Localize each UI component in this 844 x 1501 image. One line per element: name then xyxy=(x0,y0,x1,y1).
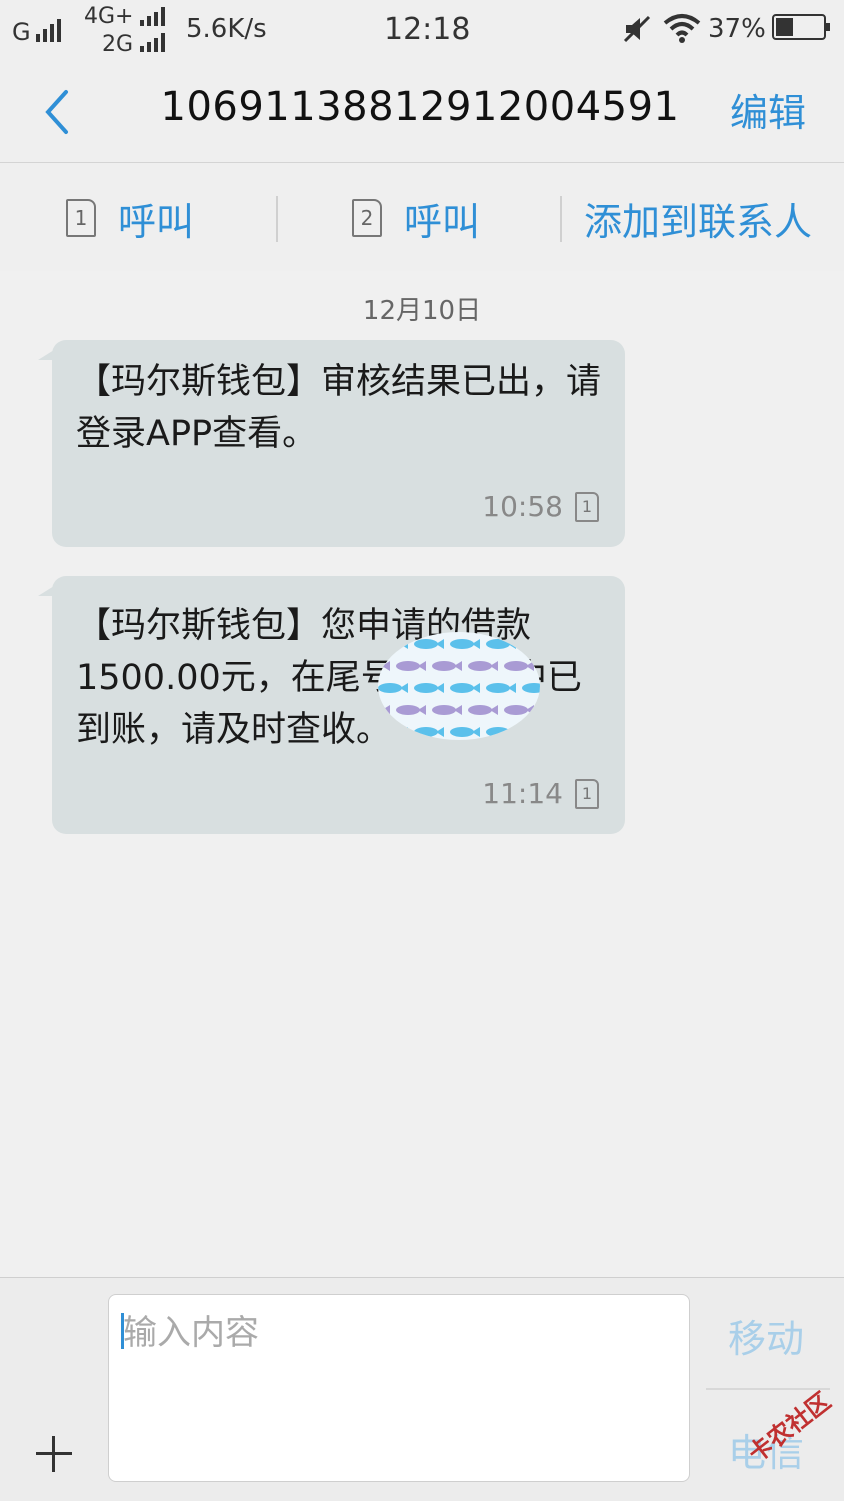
message-bubble[interactable]: 【玛尔斯钱包】审核结果已出，请登录APP查看。 10:58 1 xyxy=(38,340,625,547)
action-bar: 1 呼叫 2 呼叫 添加到联系人 xyxy=(0,163,844,271)
message-time: 10:58 xyxy=(482,490,563,523)
signal-icon-3 xyxy=(140,32,165,52)
network-type-1: G xyxy=(12,18,31,46)
mute-icon xyxy=(622,14,652,48)
battery-icon xyxy=(772,14,830,40)
message-input[interactable]: 输入内容 xyxy=(108,1294,690,1482)
message-text: 【玛尔斯钱包】审核结果已出，请登录APP查看。 xyxy=(76,362,602,454)
add-contact-button[interactable]: 添加到联系人 xyxy=(584,193,812,244)
back-button[interactable] xyxy=(30,84,86,140)
message-bubble[interactable]: 【玛尔斯钱包】您申请的借款1500.00元，在尾号 银行卡中已到账，请及时查收。… xyxy=(38,576,625,834)
contact-number: 1069113881291200459​1 xyxy=(160,84,680,130)
network-type-2: 4G+ xyxy=(84,4,134,29)
divider xyxy=(276,196,278,242)
composer-bar: 输入内容 移动 电信 xyxy=(0,1277,844,1501)
battery-percent: 37% xyxy=(708,14,766,44)
call-sim2-button[interactable]: 2 呼叫 xyxy=(352,193,481,244)
message-meta: 11:14 1 xyxy=(482,777,599,810)
message-input-placeholder: 输入内容 xyxy=(123,1313,259,1353)
network-type-3: 2G xyxy=(102,32,134,57)
sim-card-icon: 1 xyxy=(575,778,599,809)
sim-card-icon: 1 xyxy=(575,491,599,522)
edit-button[interactable]: 编辑 xyxy=(730,82,806,137)
sim-card-icon: 2 xyxy=(352,199,382,237)
message-meta: 10:58 1 xyxy=(482,490,599,523)
status-bar: G 4G+ 2G 5.6K/s 12:18 37% xyxy=(0,0,844,62)
send-sim1-button[interactable]: 移动 xyxy=(728,1308,804,1363)
chevron-left-icon xyxy=(45,90,68,134)
call-sim2-label: 呼叫 xyxy=(404,199,481,244)
call-sim1-label: 呼叫 xyxy=(118,199,195,244)
clock: 12:18 xyxy=(384,12,471,47)
conversation-header: 1069113881291200459​1 编辑 xyxy=(0,62,844,163)
add-attachment-button[interactable] xyxy=(36,1436,72,1472)
network-speed: 5.6K/s xyxy=(186,14,267,44)
date-separator: 12月10日 xyxy=(362,296,482,326)
signal-icon-1 xyxy=(36,18,61,42)
sim-card-icon: 1 xyxy=(66,199,96,237)
call-sim1-button[interactable]: 1 呼叫 xyxy=(66,193,195,244)
divider xyxy=(560,196,562,242)
wifi-icon xyxy=(662,12,702,48)
signal-icon-2 xyxy=(140,6,165,26)
message-time: 11:14 xyxy=(482,777,563,810)
redaction-sticker xyxy=(378,632,540,740)
